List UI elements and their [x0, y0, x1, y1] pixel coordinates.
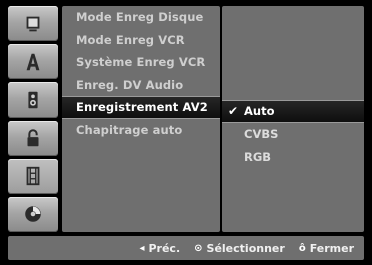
checkmark-icon: ✔ — [228, 104, 239, 118]
category-tile-language[interactable] — [8, 44, 58, 80]
category-tile-audio[interactable] — [8, 82, 58, 118]
hint-prev-label: Préc. — [148, 241, 181, 255]
left-arrow-icon: ◂ — [139, 242, 145, 254]
hint-close-label: Fermer — [309, 241, 354, 255]
return-icon: ô — [298, 242, 306, 254]
options-list: ✔ Auto CVBS RGB — [222, 100, 364, 169]
enter-button-icon: ⊙ — [194, 242, 203, 254]
help-bar: ◂ Préc. ⊙ Sélectionner ô Fermer — [8, 236, 364, 260]
category-tile-lock[interactable] — [8, 120, 58, 156]
option-label: CVBS — [244, 127, 279, 141]
option-cvbs[interactable]: CVBS — [222, 123, 364, 146]
menu-item-mode-enreg-vcr[interactable]: Mode Enreg VCR — [62, 29, 220, 52]
category-tile-disc[interactable] — [8, 196, 58, 233]
hint-select[interactable]: ⊙ Sélectionner — [194, 242, 285, 255]
category-tile-display[interactable] — [8, 6, 58, 42]
menu-item-mode-enreg-disque[interactable]: Mode Enreg Disque — [62, 6, 220, 29]
options-panel: ✔ Auto CVBS RGB — [222, 6, 364, 232]
option-label: Auto — [244, 104, 275, 118]
audio-speaker-icon — [28, 91, 38, 109]
film-recording-icon — [26, 167, 40, 186]
option-auto[interactable]: ✔ Auto — [222, 100, 364, 123]
menu-item-systeme-enreg-vcr[interactable]: Système Enreg VCR — [62, 51, 220, 74]
category-icon-column — [8, 6, 58, 233]
menu-item-enregistrement-av2[interactable]: Enregistrement AV2 — [62, 96, 220, 120]
lock-icon — [27, 129, 39, 147]
menu-item-chapitrage-auto[interactable]: Chapitrage auto — [62, 119, 220, 142]
dvd-disc-icon — [25, 206, 41, 223]
category-tile-recording[interactable] — [8, 158, 58, 194]
menu-item-enreg-dv-audio[interactable]: Enreg. DV Audio — [62, 74, 220, 97]
language-a-icon — [26, 53, 40, 70]
settings-menu: Mode Enreg Disque Mode Enreg VCR Système… — [62, 6, 220, 232]
hint-close[interactable]: ô Fermer — [299, 242, 354, 255]
hint-select-label: Sélectionner — [206, 241, 285, 255]
disc-screen-icon — [26, 16, 40, 31]
option-label: RGB — [244, 150, 272, 164]
option-rgb[interactable]: RGB — [222, 146, 364, 169]
hint-prev[interactable]: ◂ Préc. — [139, 242, 180, 255]
setup-menu-screen: Mode Enreg Disque Mode Enreg VCR Système… — [0, 0, 372, 265]
